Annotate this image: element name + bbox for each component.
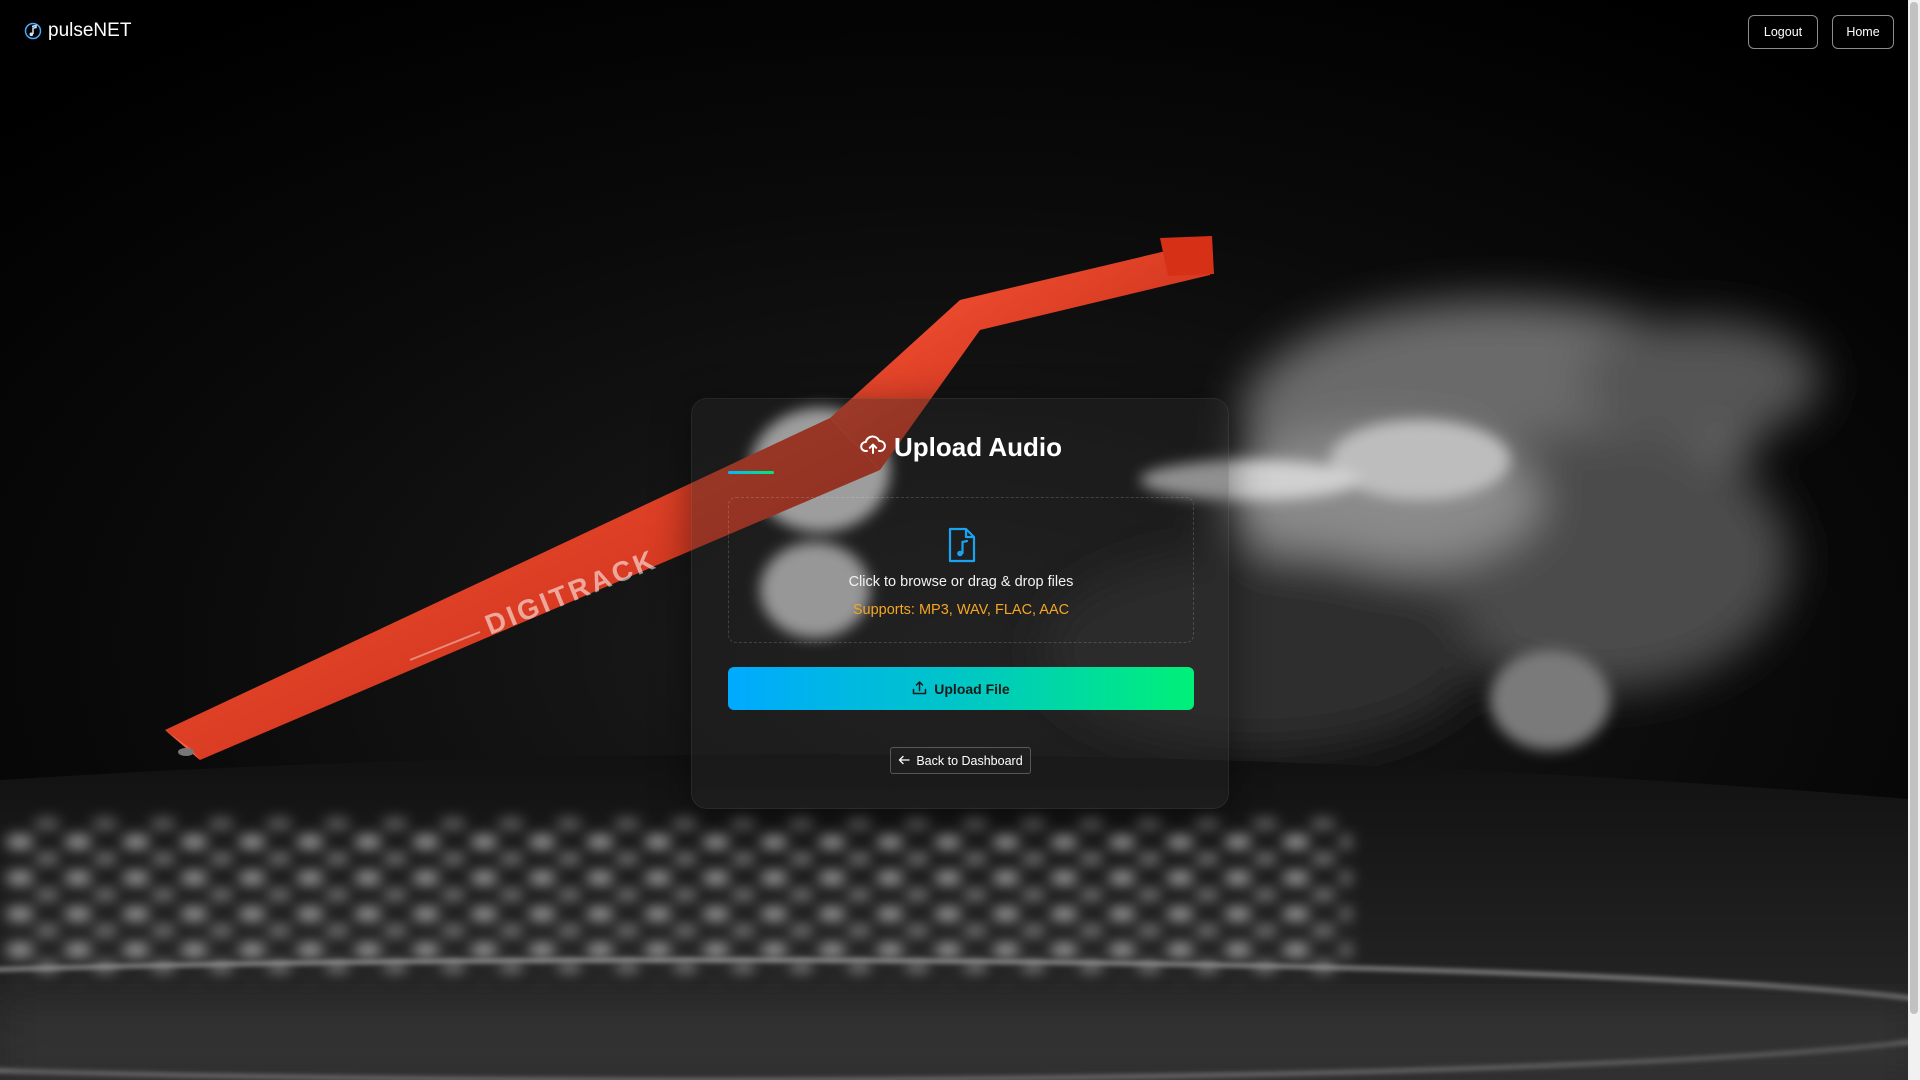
logout-button[interactable]: Logout: [1748, 15, 1818, 49]
card-title-text: Upload Audio: [893, 432, 1062, 462]
title-underline: [728, 471, 774, 474]
brand-logo[interactable]: pulseNET: [24, 20, 131, 42]
upload-icon: [912, 680, 927, 698]
music-note-icon: [24, 22, 42, 40]
home-button[interactable]: Home: [1832, 15, 1894, 49]
cloud-upload-icon: [860, 432, 886, 463]
arrow-left-icon: [898, 754, 910, 768]
upload-page: DIGITRACK pulseNET Logout Home Upload Au…: [0, 0, 1920, 1080]
scrollbar-thumb[interactable]: [1910, 2, 1918, 1014]
page-scrollbar[interactable]: [1908, 0, 1920, 1080]
page-title: Upload Audio: [692, 432, 1230, 463]
back-to-dashboard-button[interactable]: Back to Dashboard: [890, 747, 1031, 774]
brand-name: pulseNET: [48, 20, 132, 41]
audio-file-icon: [947, 526, 977, 569]
back-button-label: Back to Dashboard: [916, 753, 1023, 768]
supported-formats: Supports: MP3, WAV, FLAC, AAC: [852, 602, 1070, 618]
upload-button-label: Upload File: [934, 680, 1010, 697]
upload-card: Upload Audio Click to browse or drag & d…: [691, 398, 1229, 809]
dropzone-prompt: Click to browse or drag & drop files: [848, 574, 1074, 590]
upload-file-button[interactable]: Upload File: [728, 667, 1194, 710]
file-dropzone[interactable]: Click to browse or drag & drop files Sup…: [728, 497, 1194, 643]
